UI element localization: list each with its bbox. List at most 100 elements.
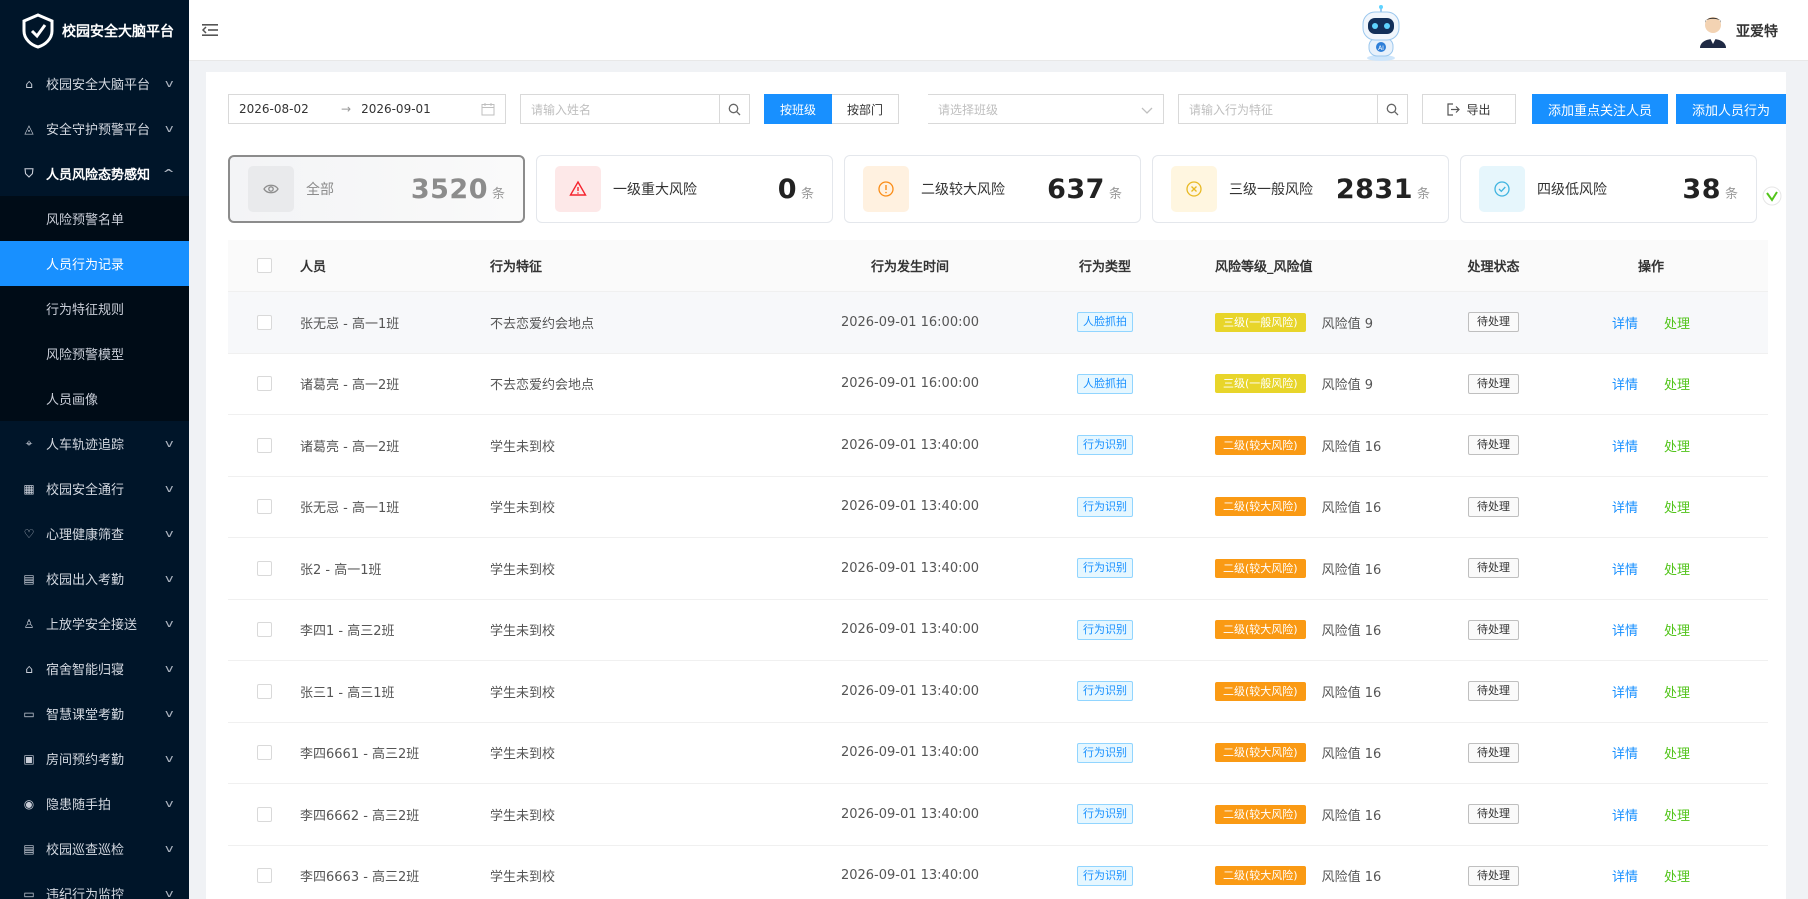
handle-link[interactable]: 处理 (1664, 563, 1690, 578)
handle-link[interactable]: 处理 (1664, 317, 1690, 332)
submenu-item[interactable]: 人员行为记录 (0, 241, 189, 286)
date-start[interactable]: 2026-08-02 (239, 102, 339, 116)
stat-card[interactable]: 一级重大风险 0 条 (536, 155, 833, 223)
sidebar-menu-item[interactable]: ▭ 违纪行为监控 v (0, 871, 189, 899)
row-checkbox[interactable] (256, 622, 272, 638)
stat-card[interactable]: 全部 3520 条 (228, 155, 525, 223)
date-end[interactable]: 2026-09-01 (361, 102, 469, 116)
name-search-field[interactable]: 请输入姓名 (520, 94, 750, 124)
detail-link[interactable]: 详情 (1612, 378, 1638, 393)
menu-item-risk-awareness[interactable]: ⛉ 人员风险态势感知 ^ (0, 151, 189, 196)
sidebar-menu-item[interactable]: ♙ 上放学安全接送 v (0, 601, 189, 646)
table-row[interactable]: 张三1 - 高三1班 学生未到校 2026-09-01 13:40:00 行为识别 二级… (228, 661, 1768, 723)
class-select[interactable]: 请选择班级 (928, 94, 1164, 124)
row-checkbox[interactable] (256, 868, 272, 884)
row-checkbox[interactable] (256, 560, 272, 576)
table-row[interactable]: 诸葛亮 - 高一2班 不去恋爱约会地点 2026-09-01 16:00:00 人脸抓… (228, 354, 1768, 415)
sidebar-menu-item[interactable]: ⌂ 宿舍智能归寝 v (0, 646, 189, 691)
behavior-search-button[interactable] (1377, 95, 1407, 123)
row-checkbox[interactable] (256, 499, 272, 515)
detail-link[interactable]: 详情 (1612, 563, 1638, 578)
detail-link[interactable]: 详情 (1612, 747, 1638, 762)
detail-link[interactable]: 详情 (1612, 686, 1638, 701)
cell-time: 2026-09-01 13:40:00 (840, 437, 980, 453)
stat-card[interactable]: 三级一般风险 2831 条 (1152, 155, 1449, 223)
user-menu[interactable]: 亚爱特 (1698, 14, 1778, 48)
sidebar-menu-item[interactable]: ▭ 智慧课堂考勤 v (0, 691, 189, 736)
cell-feature: 学生未到校 (490, 870, 556, 886)
sidebar-menu-item[interactable]: ▤ 校园巡查巡检 v (0, 826, 189, 871)
submenu-item[interactable]: 行为特征规则 (0, 286, 189, 331)
detail-link[interactable]: 详情 (1612, 440, 1638, 455)
app-logo[interactable]: 校园安全大脑平台 (0, 0, 189, 61)
group-by-toggle: 按班级 按部门 (764, 94, 900, 124)
detail-link[interactable]: 详情 (1612, 317, 1638, 332)
detail-link[interactable]: 详情 (1612, 501, 1638, 516)
handle-link[interactable]: 处理 (1664, 501, 1690, 516)
name-search-button[interactable] (719, 95, 749, 123)
row-checkbox[interactable] (256, 314, 272, 330)
cell-feature: 不去恋爱约会地点 (490, 316, 595, 332)
behavior-input[interactable]: 请输入行为特征 (1179, 101, 1377, 118)
handle-link[interactable]: 处理 (1664, 378, 1690, 393)
stat-card[interactable]: 四级低风险 38 条 (1460, 155, 1757, 223)
sidebar-menu-item[interactable]: ◉ 隐患随手拍 v (0, 781, 189, 826)
by-dept-button[interactable]: 按部门 (832, 94, 900, 124)
submenu-item[interactable]: 风险预警名单 (0, 196, 189, 241)
handle-link[interactable]: 处理 (1664, 440, 1690, 455)
home-icon: ⌂ (25, 76, 33, 91)
export-label: 导出 (1466, 102, 1491, 117)
risk-level-tag: 三级(一般风险) (1215, 374, 1306, 394)
detail-link[interactable]: 详情 (1612, 870, 1638, 885)
handle-link[interactable]: 处理 (1664, 686, 1690, 701)
handle-link[interactable]: 处理 (1664, 809, 1690, 824)
table-row[interactable]: 诸葛亮 - 高一2班 学生未到校 2026-09-01 13:40:00 行为识别 二级… (228, 415, 1768, 477)
row-checkbox[interactable] (256, 683, 272, 699)
handle-link[interactable]: 处理 (1664, 870, 1690, 885)
table-row[interactable]: 张无忌 - 高一1班 学生未到校 2026-09-01 13:40:00 行为识别 二级… (228, 477, 1768, 538)
table-row[interactable]: 李四6661 - 高三2班 学生未到校 2026-09-01 13:40:00 行为识… (228, 723, 1768, 784)
detail-link[interactable]: 详情 (1612, 809, 1638, 824)
row-checkbox[interactable] (256, 376, 272, 392)
row-checkbox[interactable] (256, 806, 272, 822)
menu-item-label: 校园出入考勤 (46, 573, 125, 588)
table-row[interactable]: 张无忌 - 高一1班 不去恋爱约会地点 2026-09-01 16:00:00 人脸抓… (228, 292, 1768, 354)
add-behavior-button[interactable]: 添加人员行为 (1676, 94, 1786, 124)
sidebar-menu-item[interactable]: ◬ 安全守护预警平台 v (0, 106, 189, 151)
sidebar-menu-item[interactable]: ⌂ 校园安全大脑平台 v (0, 61, 189, 106)
shield-logo-icon (22, 12, 54, 49)
sidebar-menu-item[interactable]: ▣ 房间预约考勤 v (0, 736, 189, 781)
row-checkbox[interactable] (256, 745, 272, 761)
float-tool-icon[interactable] (1762, 186, 1782, 206)
submenu-item[interactable]: 人员画像 (0, 376, 189, 421)
table-row[interactable]: 张2 - 高一1班 学生未到校 2026-09-01 13:40:00 行为识别 二级(… (228, 538, 1768, 600)
ai-robot-icon[interactable]: AI (1355, 4, 1407, 62)
row-checkbox[interactable] (256, 437, 272, 453)
status-badge: 待处理 (1468, 373, 1519, 394)
table-row[interactable]: 李四1 - 高三2班 学生未到校 2026-09-01 13:40:00 行为识别 二级… (228, 600, 1768, 661)
sidebar-menu-item[interactable]: ▤ 校园出入考勤 v (0, 556, 189, 601)
submenu-item[interactable]: 风险预警模型 (0, 331, 189, 376)
scrollbar-track[interactable] (1786, 61, 1808, 899)
stat-card[interactable]: 二级较大风险 637 条 (844, 155, 1141, 223)
sidebar-menu-item[interactable]: ▦ 校园安全通行 v (0, 466, 189, 511)
menu-fold-icon[interactable] (201, 21, 219, 39)
date-range-picker[interactable]: 2026-08-02 → 2026-09-01 (228, 94, 506, 124)
add-focus-person-button[interactable]: 添加重点关注人员 (1532, 94, 1668, 124)
handle-link[interactable]: 处理 (1664, 747, 1690, 762)
detail-link[interactable]: 详情 (1612, 624, 1638, 639)
cell-person: 张无忌 - 高一1班 (300, 316, 400, 332)
sidebar-menu-item[interactable]: ♡ 心理健康筛查 v (0, 511, 189, 556)
risk-level-tag: 二级(较大风险) (1215, 866, 1306, 886)
behavior-search-field[interactable]: 请输入行为特征 (1178, 94, 1408, 124)
by-class-button[interactable]: 按班级 (764, 94, 833, 124)
stat-unit: 条 (491, 186, 505, 202)
select-all-checkbox[interactable] (256, 258, 272, 273)
name-input[interactable]: 请输入姓名 (521, 101, 719, 118)
handle-link[interactable]: 处理 (1664, 624, 1690, 639)
export-button[interactable]: 导出 (1422, 94, 1516, 124)
table-row[interactable]: 李四6662 - 高三2班 学生未到校 2026-09-01 13:40:00 行为识… (228, 784, 1768, 846)
sidebar-menu-item[interactable]: ⌖ 人车轨迹追踪 v (0, 421, 189, 466)
stat-label: 全部 (306, 182, 334, 198)
table-row[interactable]: 李四6663 - 高三2班 学生未到校 2026-09-01 13:40:00 行为识… (228, 846, 1768, 899)
